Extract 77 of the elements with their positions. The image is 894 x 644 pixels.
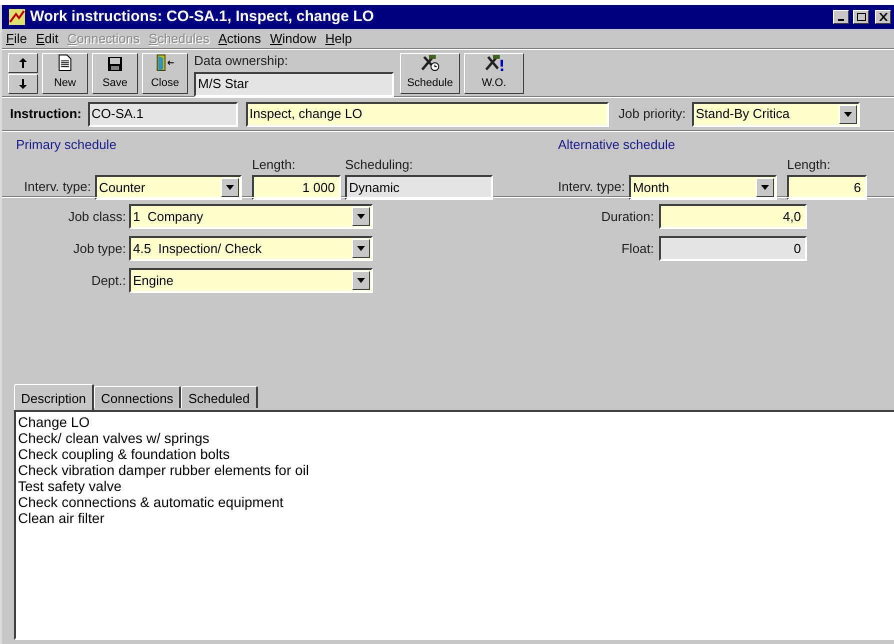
- move-up-button[interactable]: [8, 53, 38, 73]
- maximize-icon: [856, 13, 866, 21]
- close-button[interactable]: [875, 10, 891, 24]
- input-field[interactable]: 4,0: [659, 204, 807, 229]
- toolbar-button[interactable]: Close: [142, 53, 188, 94]
- dropdown-arrow-button[interactable]: [838, 104, 857, 124]
- toolbar-button[interactable]: Save: [92, 53, 138, 94]
- tab[interactable]: Description: [14, 384, 94, 410]
- dropdown-field[interactable]: Stand-By Critica: [692, 102, 860, 126]
- field-label: Dept.:: [90, 272, 126, 290]
- dropdown-field[interactable]: Month: [628, 175, 777, 200]
- text-line: Clean air filter: [18, 510, 104, 526]
- maximize-button[interactable]: [853, 10, 869, 24]
- input-field[interactable]: Inspect, change LO: [246, 102, 608, 126]
- caret-icon: [357, 246, 365, 251]
- input-field[interactable]: 1 000: [252, 175, 341, 200]
- field-label: Interv. type:: [24, 178, 91, 196]
- caret-icon: [844, 112, 852, 116]
- field-label: Scheduling:: [344, 156, 414, 174]
- caret-icon: [226, 185, 234, 190]
- field-label: Data ownership:: [194, 52, 289, 70]
- menu-item[interactable]: Actions: [218, 28, 262, 48]
- tab[interactable]: Connections: [94, 386, 182, 408]
- document-icon: [58, 54, 72, 72]
- field-label: Job class:: [67, 208, 126, 226]
- dropdown-arrow-button[interactable]: [352, 207, 370, 226]
- caret-icon: [357, 214, 365, 219]
- field-label: Job priority:: [618, 105, 686, 124]
- tools-clock-icon: [419, 54, 441, 72]
- text-line: Test safety valve: [18, 478, 122, 494]
- toolbar-button[interactable]: Schedule: [400, 53, 460, 94]
- input-field[interactable]: Dynamic: [344, 175, 493, 200]
- close-icon: [878, 13, 888, 21]
- text-line: Check coupling & foundation bolts: [18, 446, 230, 462]
- minimize-button[interactable]: [833, 10, 849, 24]
- field-label: Length:: [252, 156, 296, 174]
- field-label: Float:: [620, 240, 654, 258]
- field-label: Duration:: [600, 208, 654, 226]
- text-line: Check/ clean valves w/ springs: [18, 430, 210, 446]
- text-line: Check vibration damper rubber elements for oil: [18, 462, 310, 478]
- dropdown-field[interactable]: Counter: [94, 175, 242, 200]
- field-label: Instruction:: [10, 105, 82, 124]
- dropdown-arrow-button[interactable]: [220, 178, 239, 197]
- down-arrow-icon: [19, 79, 27, 89]
- input-field[interactable]: 6: [786, 175, 867, 200]
- section-title: Alternative schedule: [558, 136, 676, 154]
- tools-exclamation-icon: [483, 54, 505, 72]
- dropdown-field[interactable]: 4.5 Inspection/ Check: [129, 236, 373, 261]
- field-label: Job type:: [72, 240, 126, 258]
- toolbar-button[interactable]: W.O.: [464, 53, 524, 94]
- app-icon: [8, 8, 26, 26]
- toolbar-button[interactable]: New: [42, 53, 88, 94]
- dropdown-field[interactable]: 1 Company: [129, 204, 373, 229]
- input-field[interactable]: CO-SA.1: [88, 102, 238, 126]
- caret-icon: [357, 278, 365, 283]
- text-line: Check connections & automatic equipment: [18, 494, 284, 510]
- menu-item[interactable]: Window: [270, 28, 316, 48]
- input-field[interactable]: 0: [659, 236, 807, 261]
- move-down-button[interactable]: [8, 74, 38, 94]
- dropdown-arrow-button[interactable]: [352, 239, 370, 258]
- caret-icon: [760, 185, 769, 190]
- dropdown-field[interactable]: Engine: [129, 268, 373, 293]
- up-arrow-icon: [19, 58, 27, 68]
- field-label: Length:: [786, 156, 832, 174]
- description-text-area[interactable]: Change LO Check/ clean valves w/ springs Check coupling & foundation bolts Check vibration damper rubber elements for oil Test safety valve Check connections & automatic equipment Clean air filter: [14, 410, 894, 640]
- tab[interactable]: Scheduled: [181, 386, 258, 408]
- field-label: Interv. type:: [558, 178, 625, 196]
- section-title: Primary schedule: [16, 136, 118, 154]
- dropdown-arrow-button[interactable]: [756, 178, 774, 197]
- menu-item[interactable]: Help: [325, 28, 352, 48]
- door-icon: [155, 54, 175, 72]
- menu-item[interactable]: Edit: [36, 28, 58, 48]
- dropdown-arrow-button[interactable]: [352, 271, 370, 290]
- window-title: Work instructions: CO-SA.1, Inspect, change LO: [30, 6, 375, 27]
- text-line: Change LO: [18, 414, 90, 430]
- input-field[interactable]: M/S Star: [194, 72, 394, 96]
- menu-item[interactable]: File: [6, 28, 27, 48]
